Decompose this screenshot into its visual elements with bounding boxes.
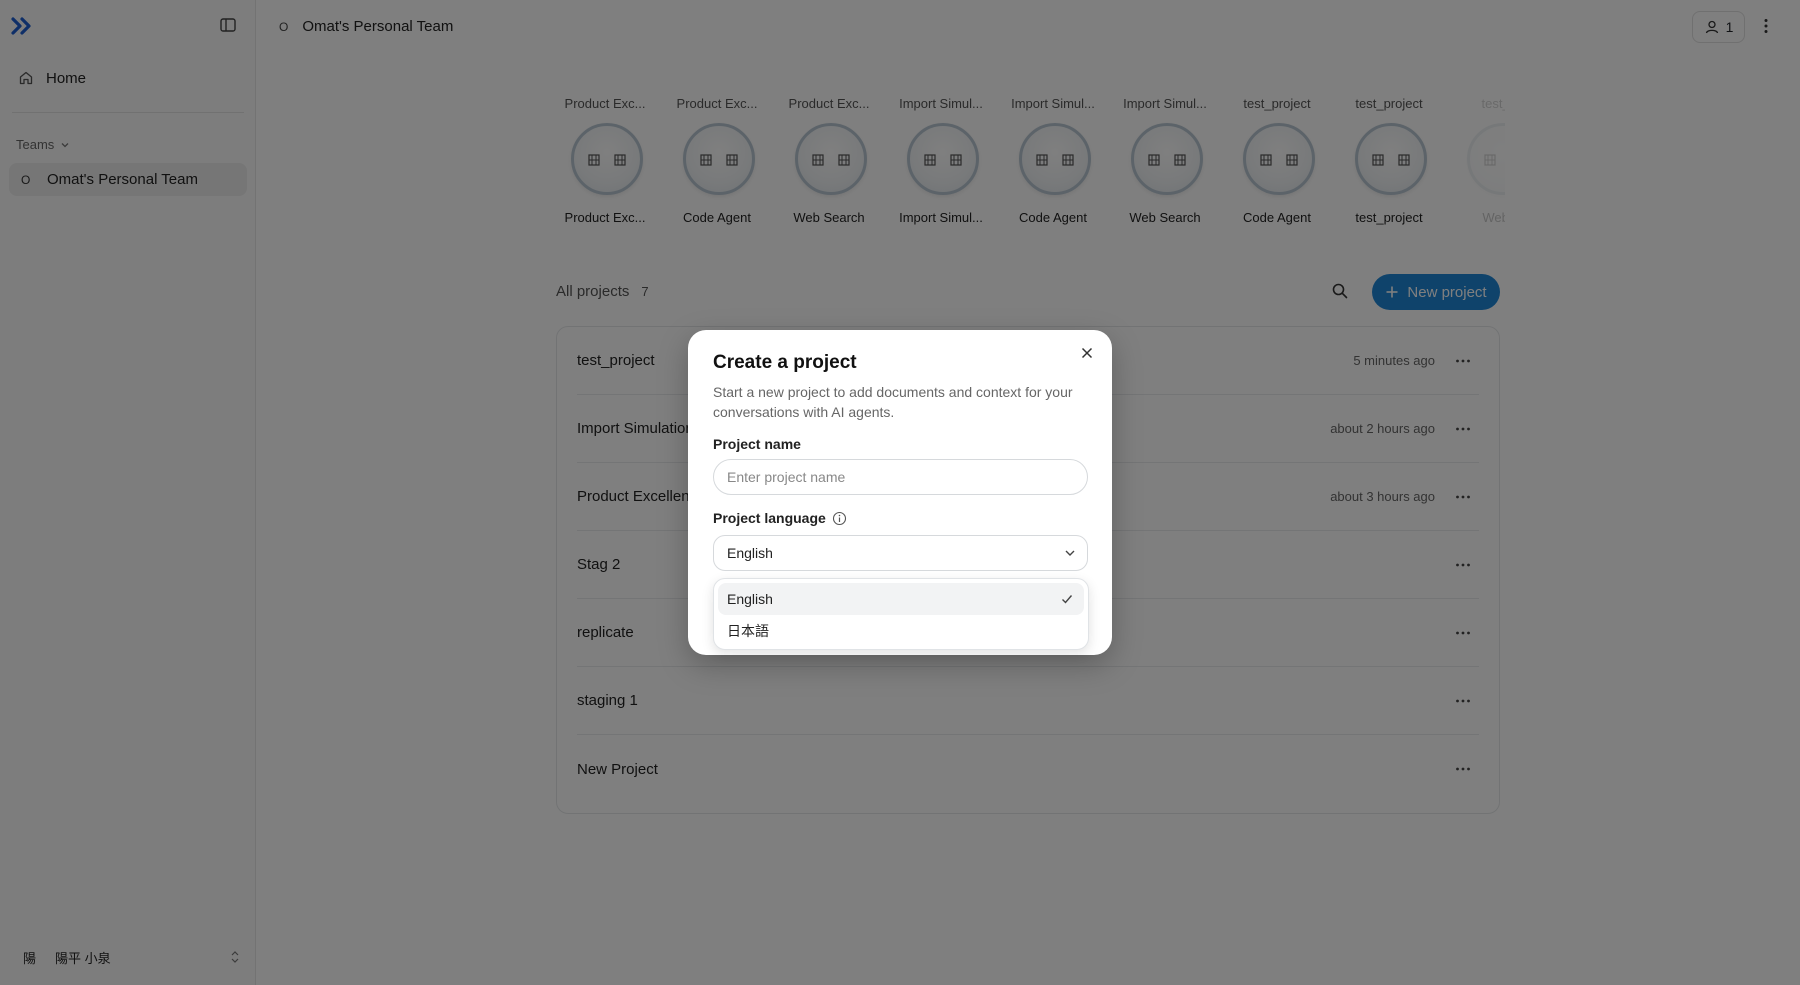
language-selected-value: English: [727, 545, 773, 561]
project-name-input[interactable]: [713, 459, 1088, 495]
project-language-label-row: Project language: [713, 510, 847, 526]
language-option-label: English: [727, 591, 773, 607]
info-icon[interactable]: [832, 511, 847, 526]
project-name-label: Project name: [713, 436, 801, 452]
dialog-description: Start a new project to add documents and…: [713, 384, 1073, 420]
chevron-down-icon: [1063, 546, 1077, 563]
language-option[interactable]: English: [718, 583, 1084, 615]
language-dropdown: English 日本語: [713, 578, 1089, 650]
check-icon: [1060, 592, 1074, 609]
project-language-select[interactable]: English: [713, 535, 1088, 571]
dialog-title: Create a project: [713, 352, 857, 373]
language-option[interactable]: 日本語: [718, 615, 1084, 647]
language-option-label: 日本語: [727, 623, 769, 639]
project-language-label: Project language: [713, 510, 826, 526]
close-icon[interactable]: [1079, 345, 1095, 361]
